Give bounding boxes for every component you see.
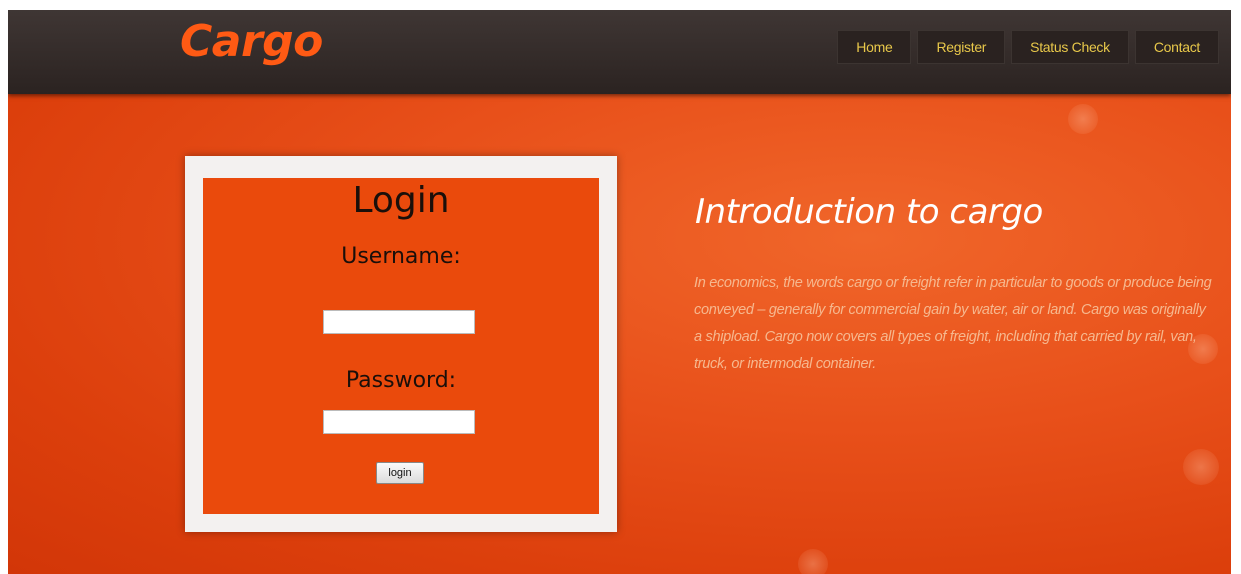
password-label: Password: — [345, 368, 457, 393]
site-logo[interactable]: Cargo — [180, 16, 323, 67]
login-card: Login Username: Password: login — [185, 156, 617, 532]
decorative-sparkle — [1183, 449, 1219, 485]
site-header: Cargo Home Register Status Check Contact — [8, 10, 1231, 94]
nav-home[interactable]: Home — [837, 30, 912, 64]
password-input[interactable] — [323, 410, 475, 434]
intro-title: Introduction to cargo — [695, 192, 1043, 232]
username-label: Username: — [341, 244, 461, 269]
login-title: Login — [352, 180, 450, 221]
nav-status-check[interactable]: Status Check — [1011, 30, 1129, 64]
username-input[interactable] — [323, 310, 475, 334]
nav-contact[interactable]: Contact — [1134, 30, 1219, 64]
main-content: Login Username: Password: login Introduc… — [8, 94, 1231, 574]
decorative-sparkle — [1068, 104, 1098, 134]
intro-body: In economics, the words cargo or freight… — [694, 275, 1212, 372]
nav-register[interactable]: Register — [917, 30, 1006, 64]
page-frame: Cargo Home Register Status Check Contact… — [8, 10, 1231, 574]
decorative-sparkle — [798, 549, 828, 574]
login-form: Login Username: Password: login — [203, 178, 599, 514]
main-nav: Home Register Status Check Contact — [837, 30, 1219, 64]
login-button[interactable]: login — [376, 462, 424, 484]
